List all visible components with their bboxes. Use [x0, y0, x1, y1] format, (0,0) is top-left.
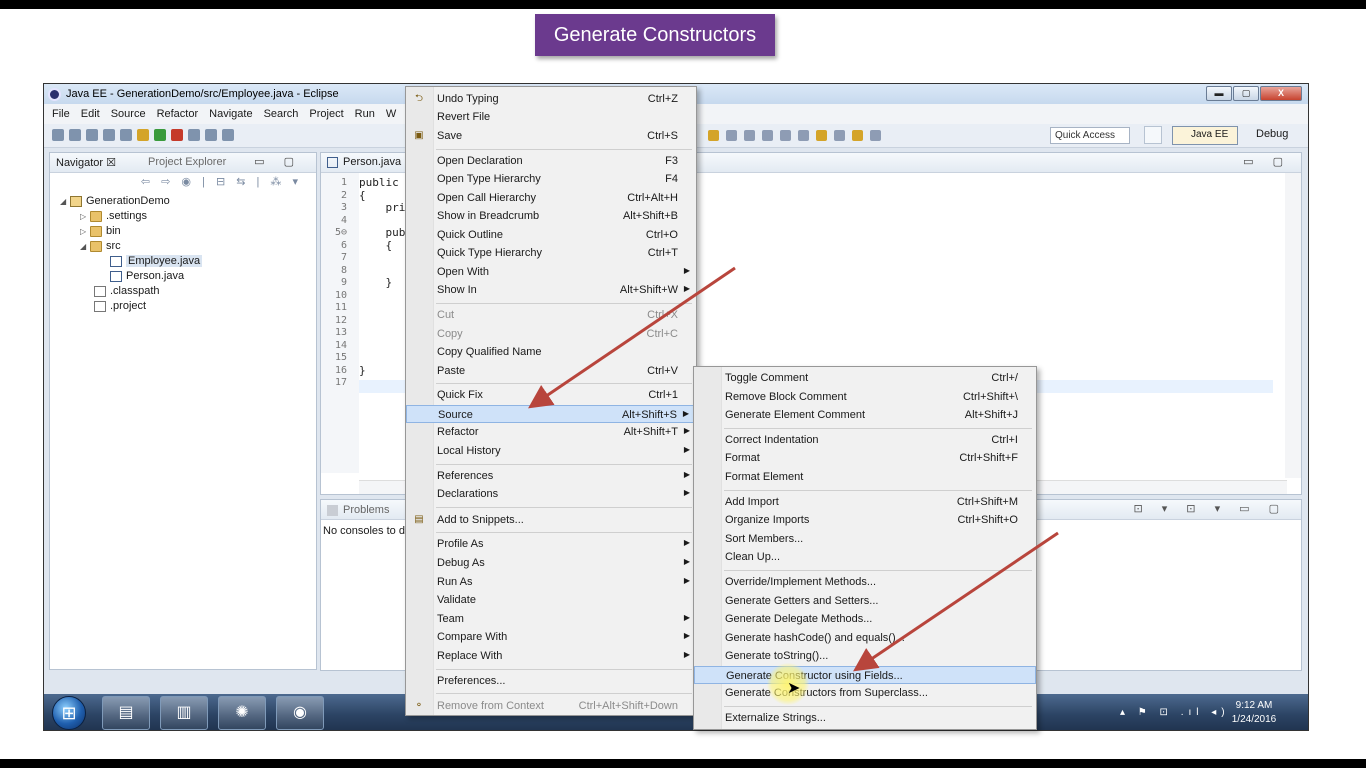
annotation-arrows — [528, 266, 1059, 672]
arrow-to-generate-constructor — [853, 531, 1059, 672]
bottom-letterbox — [0, 759, 1366, 768]
arrow-to-source — [528, 266, 736, 409]
